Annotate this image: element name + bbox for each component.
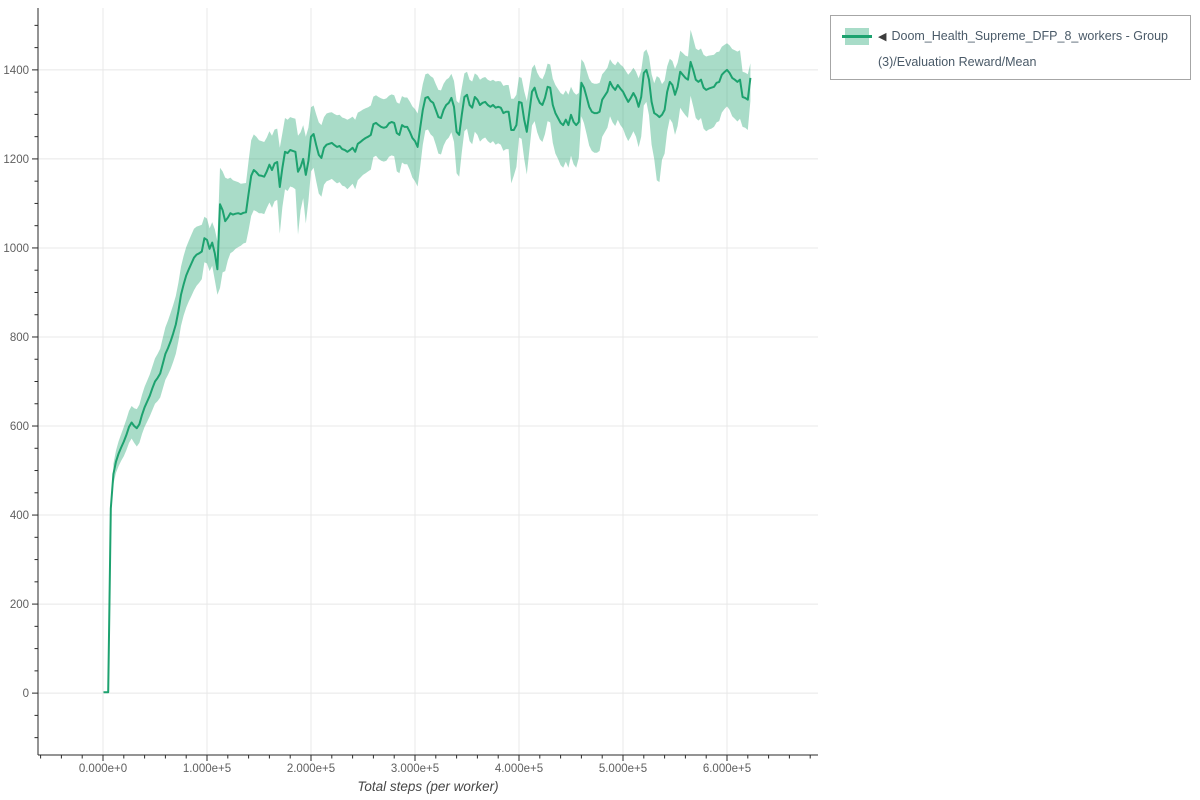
mean-line (104, 62, 751, 692)
x-tick-label: 6.000e+5 (703, 763, 751, 775)
tick-labels: 0.000e+0 1.000e+5 2.000e+5 3.000e+5 4.000e+5… (3, 65, 751, 775)
legend-series-label: Doom_Health_Supreme_DFP_8_workers - Grou… (878, 29, 1168, 69)
confidence-band (113, 30, 750, 484)
x-tick-label: 3.000e+5 (391, 763, 439, 775)
legend-series-swatch (842, 28, 872, 45)
x-tick-label: 1.000e+5 (183, 763, 231, 775)
y-tick-label: 600 (10, 421, 29, 433)
chart-page: 0.000e+0 1.000e+5 2.000e+5 3.000e+5 4.000e+5… (0, 0, 1200, 800)
x-tick-label: 0.000e+0 (79, 763, 127, 775)
y-tick-label: 1400 (3, 65, 29, 77)
y-tick-label: 0 (23, 688, 29, 700)
y-tick-label: 800 (10, 332, 29, 344)
x-axis-title: Total steps (per worker) (357, 779, 498, 794)
y-tick-label: 400 (10, 510, 29, 522)
legend-collapse-icon[interactable]: ◀ (878, 31, 886, 43)
x-tick-label: 2.000e+5 (287, 763, 335, 775)
legend-box: ◀Doom_Health_Supreme_DFP_8_workers - Gro… (830, 15, 1191, 80)
x-tick-label: 4.000e+5 (495, 763, 543, 775)
y-tick-label: 1200 (3, 154, 29, 166)
legend-line-swatch (842, 35, 872, 38)
legend-item[interactable]: ◀Doom_Health_Supreme_DFP_8_workers - Gro… (878, 24, 1180, 75)
reward-chart[interactable]: 0.000e+0 1.000e+5 2.000e+5 3.000e+5 4.000e+5… (0, 0, 1200, 800)
x-tick-label: 5.000e+5 (599, 763, 647, 775)
y-tick-label: 1000 (3, 243, 29, 255)
y-tick-label: 200 (10, 599, 29, 611)
